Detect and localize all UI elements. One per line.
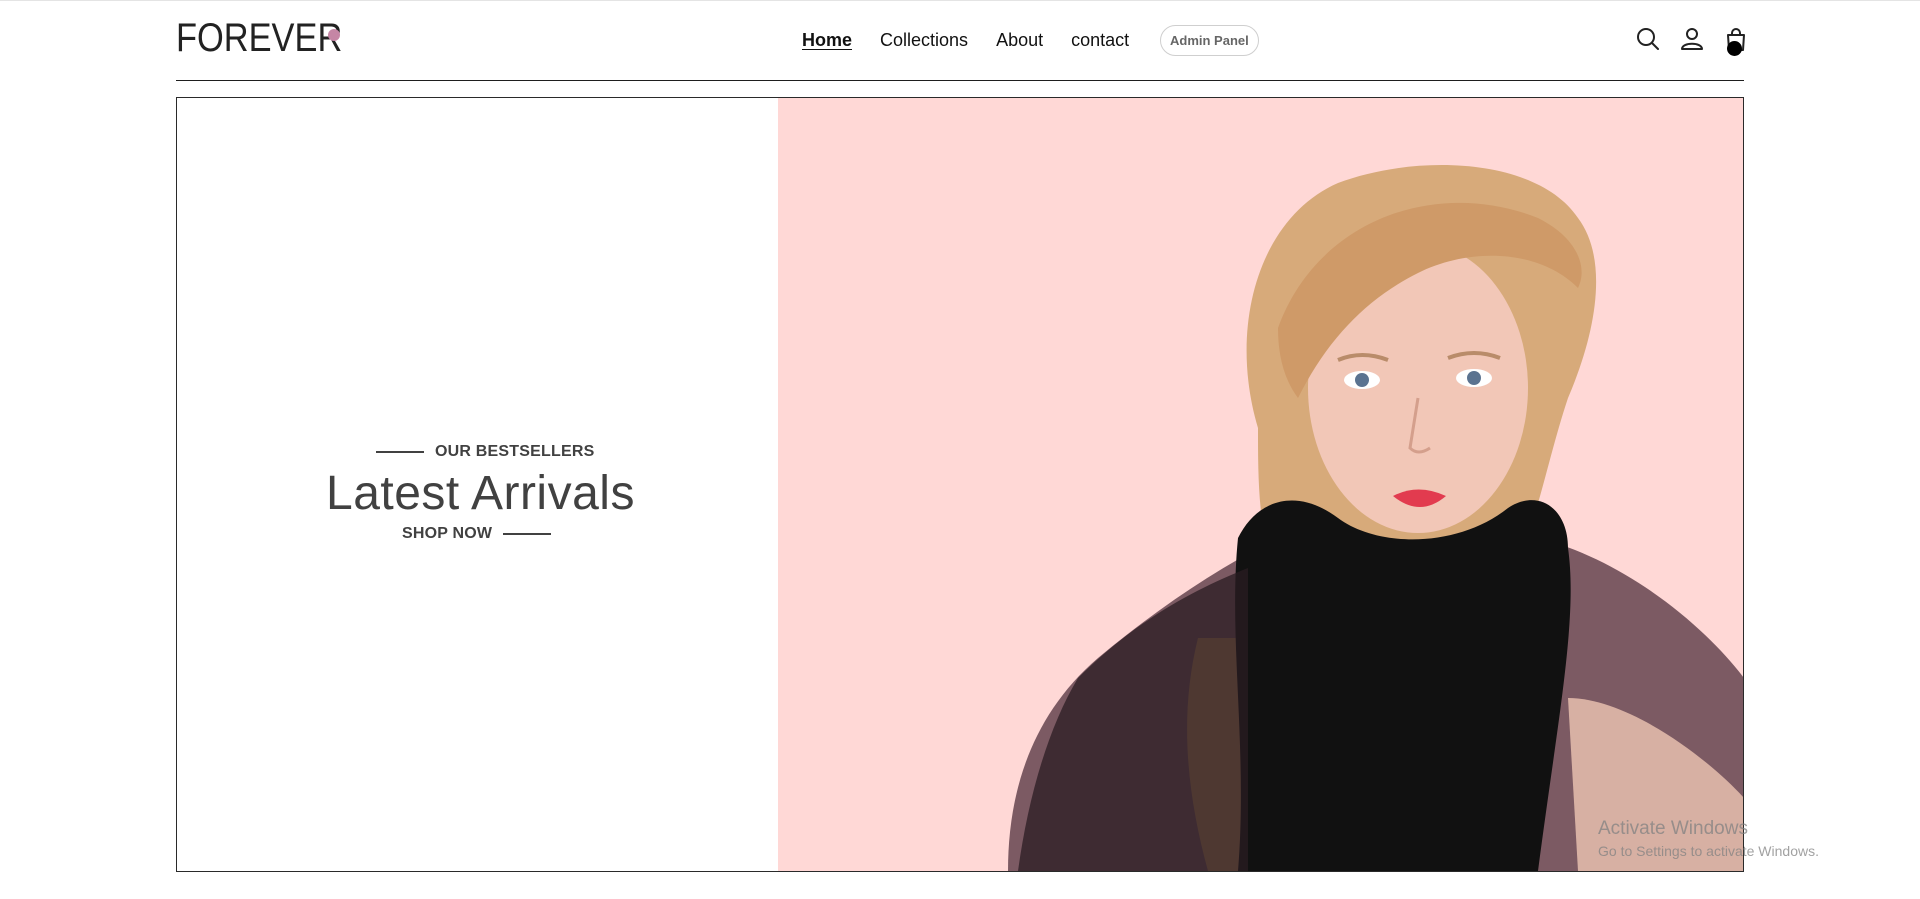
hero-text-block: OUR BESTSELLERS Latest Arrivals SHOP NOW — [326, 438, 646, 546]
hero-eyebrow: OUR BESTSELLERS — [376, 438, 646, 466]
user-icon[interactable] — [1678, 25, 1706, 53]
search-icon[interactable] — [1634, 25, 1662, 53]
nav-link-about[interactable]: About — [996, 26, 1043, 54]
logo-dot — [328, 29, 340, 41]
nav-link-collections[interactable]: Collections — [880, 26, 968, 54]
hero-text-panel: OUR BESTSELLERS Latest Arrivals SHOP NOW — [177, 98, 778, 871]
main-nav: Home Collections About contact — [802, 26, 1157, 54]
nav-link-home[interactable]: Home — [802, 26, 852, 54]
shop-now-line — [503, 533, 552, 535]
cart-count-badge — [1727, 41, 1742, 56]
shop-now-label: SHOP NOW — [402, 525, 493, 542]
hero-banner: OUR BESTSELLERS Latest Arrivals SHOP NOW — [176, 97, 1744, 872]
hero-model-image — [778, 98, 1743, 871]
shop-now-button[interactable]: SHOP NOW — [402, 522, 646, 546]
eyebrow-text: OUR BESTSELLERS — [435, 443, 595, 460]
admin-panel-button[interactable]: Admin Panel — [1160, 25, 1259, 56]
nav-link-contact[interactable]: contact — [1071, 26, 1129, 54]
hero-image-panel — [778, 98, 1743, 871]
navbar: FOREVER Home Collections About contact A… — [176, 0, 1745, 81]
logo-text: FOREVER — [176, 16, 343, 60]
logo[interactable]: FOREVER — [176, 14, 369, 58]
hero-title: Latest Arrivals — [326, 467, 635, 520]
eyebrow-line — [376, 451, 424, 453]
